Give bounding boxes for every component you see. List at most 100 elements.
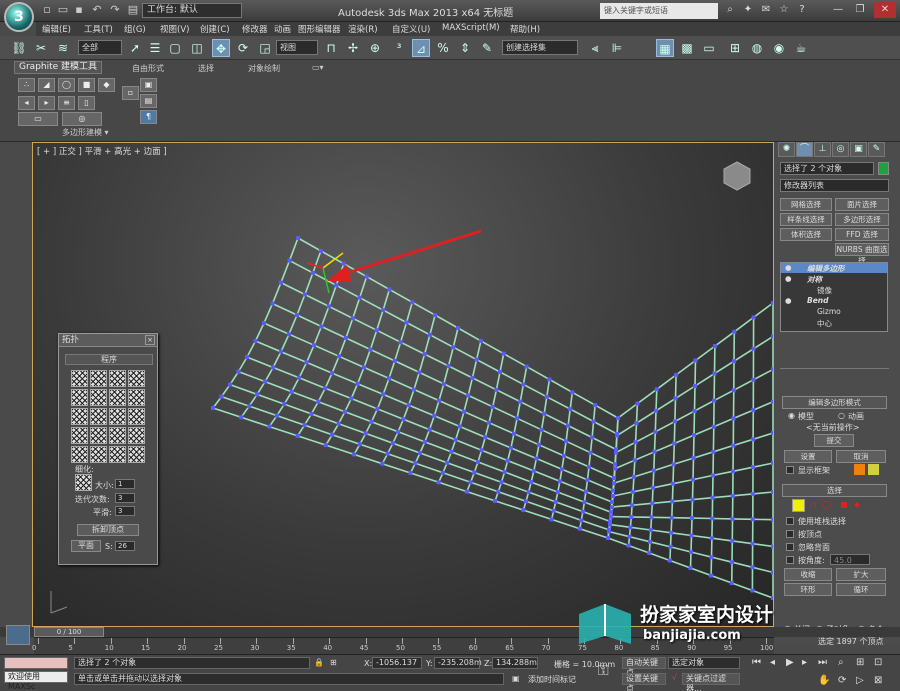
mesh-vertex[interactable] <box>668 544 673 549</box>
mesh-vertex[interactable] <box>691 477 695 482</box>
mesh-vertex[interactable] <box>544 394 549 399</box>
mesh-vertex[interactable] <box>309 411 314 416</box>
create-tab-icon[interactable]: ✺ <box>778 142 795 157</box>
mesh-vertex[interactable] <box>712 398 717 403</box>
mesh-vertex[interactable] <box>712 344 717 349</box>
ribbon-vertex-icon[interactable]: ∴ <box>18 78 35 92</box>
prev-frame-icon[interactable]: ◂ <box>770 657 775 668</box>
mesh-vertex[interactable] <box>529 480 534 485</box>
by-angle-checkbox[interactable] <box>786 556 794 564</box>
mesh-vertex[interactable] <box>462 409 466 414</box>
mesh-vertex[interactable] <box>453 437 458 442</box>
mesh-vertex[interactable] <box>585 477 590 482</box>
mesh-vertex[interactable] <box>392 358 397 363</box>
time-slider-thumb[interactable]: 0 / 100 <box>34 627 104 637</box>
mesh-vertex[interactable] <box>236 369 241 374</box>
mesh-vertex[interactable] <box>457 424 462 429</box>
mesh-vertex[interactable] <box>287 258 292 263</box>
key-filter-icon[interactable]: √ <box>672 673 677 682</box>
mesh-vertex[interactable] <box>219 394 224 399</box>
ribbon-next-icon[interactable]: ▸ <box>38 96 55 110</box>
mirror-icon[interactable]: ⫷ <box>586 39 604 57</box>
mesh-vertex[interactable] <box>731 416 736 421</box>
mesh-vertex[interactable] <box>274 413 279 418</box>
mesh-vertex[interactable] <box>279 280 283 285</box>
mesh-vertex[interactable] <box>524 364 529 369</box>
mesh-vertex[interactable] <box>330 432 335 437</box>
pattern-13-icon[interactable] <box>71 427 88 444</box>
absolute-mode-icon[interactable]: ⊞ <box>330 658 337 667</box>
shrink-button[interactable]: 收缩 <box>784 568 832 581</box>
ribbon-stack-icon[interactable]: ≡ <box>58 96 75 110</box>
mesh-vertex[interactable] <box>267 424 272 429</box>
pattern-19-icon[interactable] <box>109 446 126 463</box>
ribbon-options-icon[interactable]: ▭▾ <box>312 63 324 72</box>
mesh-vertex[interactable] <box>751 465 755 470</box>
by-vertex-checkbox[interactable] <box>786 530 794 538</box>
menu-create[interactable]: 创建(C) <box>200 23 230 35</box>
mesh-vertex[interactable] <box>547 377 552 382</box>
utilities-tab-icon[interactable]: ✎ <box>868 142 885 157</box>
menu-animation[interactable]: 动画 <box>274 23 291 35</box>
mesh-vertex[interactable] <box>396 429 401 434</box>
lock-selection-icon[interactable]: 🔒 <box>314 658 324 667</box>
x-coord-field[interactable]: -1056.137 <box>372 657 422 669</box>
grow-button[interactable]: 扩大 <box>836 568 886 581</box>
mesh-vertex[interactable] <box>614 450 618 455</box>
mesh-vertex[interactable] <box>629 515 634 519</box>
mesh-vertex[interactable] <box>542 411 547 416</box>
mesh-vertex[interactable] <box>609 510 613 515</box>
mesh-vertex[interactable] <box>692 409 697 413</box>
fov-icon[interactable]: ▷ <box>856 675 864 686</box>
mesh-vertex[interactable] <box>559 467 564 472</box>
window-crossing-icon[interactable]: ◫ <box>188 39 206 57</box>
mesh-vertex[interactable] <box>381 392 386 397</box>
vol-select-button[interactable]: 体积选择 <box>780 228 832 241</box>
spinner-snap-icon[interactable]: ⇕ <box>456 39 474 57</box>
zoom-extents-icon[interactable]: ⊡ <box>874 657 882 668</box>
mesh-vertex[interactable] <box>751 346 756 351</box>
mesh-vertex[interactable] <box>771 517 773 522</box>
mesh-vertex[interactable] <box>289 389 294 394</box>
menu-customize[interactable]: 自定义(U) <box>392 23 430 35</box>
pattern-1-icon[interactable] <box>71 370 88 387</box>
mesh-vertex[interactable] <box>263 379 268 384</box>
ribbon-show-end-icon[interactable]: ▯ <box>78 96 95 110</box>
auto-key-button[interactable]: 自动关键点 <box>622 657 666 677</box>
mesh-vertex[interactable] <box>709 555 714 560</box>
stack-item-gizmo[interactable]: Gizmo <box>817 307 841 316</box>
mesh-vertex[interactable] <box>427 332 432 337</box>
reference-coord-select[interactable]: 视图 <box>276 40 318 55</box>
mesh-vertex[interactable] <box>466 393 471 398</box>
mesh-vertex[interactable] <box>343 336 348 340</box>
ribbon-panel-label[interactable]: 多边形建模 ▾ <box>62 127 109 138</box>
mesh-vertex[interactable] <box>593 403 598 408</box>
orbit-icon[interactable]: ⟳ <box>838 675 846 686</box>
mesh-vertex[interactable] <box>262 321 266 326</box>
mesh-vertex[interactable] <box>579 518 584 523</box>
mesh-vertex[interactable] <box>304 360 309 365</box>
mesh-vertex[interactable] <box>613 462 617 467</box>
mesh-vertex[interactable] <box>690 497 695 502</box>
mesh-vertex[interactable] <box>671 462 676 467</box>
pattern-20-icon[interactable] <box>128 446 145 463</box>
model-radio[interactable]: 模型 <box>798 411 814 422</box>
mesh-vertex[interactable] <box>566 423 571 428</box>
mesh-vertex[interactable] <box>401 417 406 422</box>
viewcube-icon[interactable] <box>723 161 751 191</box>
mesh-vertex[interactable] <box>557 479 562 484</box>
open-icon[interactable]: ▭ <box>56 3 70 17</box>
pattern-14-icon[interactable] <box>90 427 107 444</box>
mesh-vertex[interactable] <box>652 449 657 454</box>
poly-select-button[interactable]: 多边形选择 <box>835 213 889 226</box>
mesh-vertex[interactable] <box>564 439 569 444</box>
mesh-vertex[interactable] <box>349 396 354 401</box>
mesh-vertex[interactable] <box>610 500 614 504</box>
pattern-6-icon[interactable] <box>90 389 107 406</box>
mesh-vertex[interactable] <box>380 461 385 466</box>
save-icon[interactable]: ▪ <box>72 3 86 17</box>
mesh-vertex[interactable] <box>626 543 631 548</box>
menu-group[interactable]: 组(G) <box>124 23 146 35</box>
select-move-icon[interactable]: ✥ <box>212 39 230 57</box>
mesh-vertex[interactable] <box>496 489 501 494</box>
